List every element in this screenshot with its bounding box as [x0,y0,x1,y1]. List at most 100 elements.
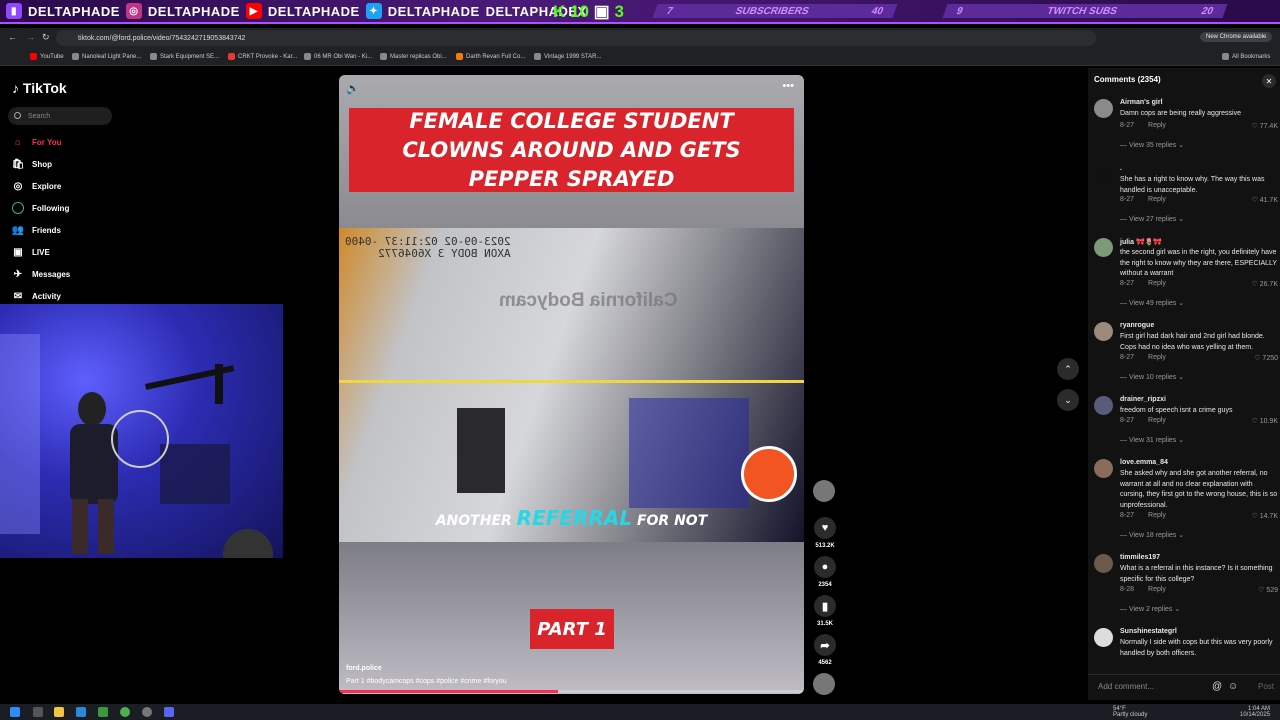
bookmark-item[interactable]: Master replicas Obi... [380,53,447,60]
close-icon[interactable]: ✕ [1262,74,1276,88]
bookmark-item[interactable]: Stark Equipment SE... [150,53,219,60]
like-count[interactable]: ♡ 529 [1258,586,1278,594]
view-replies[interactable]: — View 27 replies ⌄ [1120,215,1184,223]
like-action[interactable]: ♥ 513.2K [813,517,837,549]
twitter-handle: ✦ DELTAPHADE [365,3,480,19]
add-comment-bar: Add comment... @ ☺ Post [1088,674,1280,698]
comments-panel: Comments (2354) ✕ Airman's girl Damn cop… [1088,68,1280,700]
stream-overlay-banner: ▮ DELTAPHADE ◎ DELTAPHADE ▶ DELTAPHADE ✦ DEL… [0,0,1280,24]
chevron-down-icon: ⌄ [1064,394,1072,405]
avatar[interactable] [1094,459,1113,478]
video-progress-bar[interactable] [339,690,804,693]
nav-following[interactable]: Following [12,202,69,214]
avatar[interactable] [1094,99,1113,118]
avatar[interactable] [1094,628,1113,647]
address-bar[interactable]: tiktok.com/@ford.police/video/7543242719… [56,30,1096,46]
bookmark-item[interactable]: 06 MR Obi Wan - Ki... [304,53,372,60]
view-replies[interactable]: — View 31 replies ⌄ [1120,436,1184,444]
save-action[interactable]: ▮ 31.5K [813,595,837,627]
obs-icon[interactable] [142,707,152,717]
sound-disc[interactable] [813,673,835,695]
nav-friends[interactable]: 👥 Friends [12,224,61,236]
video-player[interactable]: 🔈 ••• FEMALE COLLEGE STUDENT CLOWNS AROU… [339,75,804,694]
view-replies[interactable]: — View 10 replies ⌄ [1120,373,1184,381]
avatar[interactable] [1094,165,1113,184]
bookmark-icon[interactable]: ▮ [814,595,836,617]
nav-messages[interactable]: ✈ Messages [12,268,70,280]
share-action[interactable]: ➦ 4562 [813,634,837,666]
view-replies[interactable]: — View 2 replies ⌄ [1120,605,1180,613]
volume-icon[interactable]: 🔈 [346,82,360,95]
bookmark-favicon-icon [380,53,387,60]
nav-live[interactable]: ▣ LIVE [12,246,50,258]
avatar[interactable] [1094,554,1113,573]
like-count[interactable]: ♡ 26.7K [1251,280,1278,288]
split-line [339,380,804,383]
view-replies[interactable]: — View 35 replies ⌄ [1120,141,1184,149]
comment-icon[interactable]: ● [814,556,836,578]
webcam-scene [0,334,273,558]
all-bookmarks[interactable]: All Bookmarks [1222,53,1270,60]
friends-icon: 👥 [11,224,25,236]
view-replies[interactable]: — View 49 replies ⌄ [1120,299,1184,307]
channel-badge [741,446,797,502]
windows-start-icon[interactable] [10,707,20,717]
chevron-up-icon: ⌃ [1064,363,1072,374]
bookmark-item[interactable]: YouTube [30,53,64,60]
home-icon: ⌂ [14,136,22,148]
video-description: Part 1 #bodycamcops #cops #police #crime… [346,678,507,685]
bookmark-favicon-icon [228,53,235,60]
comment-action[interactable]: ● 2354 [813,556,837,588]
back-icon[interactable]: ← [8,32,17,42]
video-author[interactable]: ford.police [346,665,382,672]
nav-explore[interactable]: ◎ Explore [12,180,62,192]
weather-widget[interactable]: 54°F Partly cloudy [1113,706,1147,718]
bookmark-favicon-icon [534,53,541,60]
bookmark-favicon-icon [456,53,463,60]
more-options-icon[interactable]: ••• [782,80,794,92]
bookmark-favicon-icon [304,53,311,60]
nav-for-you[interactable]: ⌂ For You [12,136,62,148]
like-count[interactable]: ♡ 14.7K [1251,512,1278,520]
mention-icon[interactable]: @ [1212,681,1222,692]
avatar[interactable] [1094,396,1113,415]
like-count[interactable]: ♡ 10.9K [1251,417,1278,425]
following-icon [12,202,24,214]
avatar[interactable] [1094,238,1113,257]
system-clock[interactable]: 1:04 AM 10/14/2025 [1240,706,1270,718]
search-input[interactable]: Search [8,107,112,125]
bookmarks-bar: YouTube Nanoleaf Light Pane... Stark Equ… [0,48,1280,66]
update-chip[interactable]: New Chrome available [1200,32,1273,42]
emoji-icon[interactable]: ☺ [1228,681,1238,692]
chrome-icon[interactable] [120,707,130,717]
app-icon[interactable] [76,707,86,717]
reload-icon[interactable]: ↻ [42,32,50,43]
like-count[interactable]: ♡ 41.7K [1251,196,1278,204]
nav-shop[interactable]: 🛍 Shop [12,158,52,170]
next-video-button[interactable]: ⌄ [1057,389,1079,411]
minecraft-icon[interactable] [98,707,108,717]
comment-input[interactable]: Add comment... [1098,682,1154,691]
view-replies[interactable]: — View 18 replies ⌄ [1120,531,1184,539]
bookmark-item[interactable]: CRKT Provoke - Kar... [228,53,297,60]
prev-video-button[interactable]: ⌃ [1057,358,1079,380]
tiktok-logo[interactable]: ♪ TikTok [12,80,67,96]
nav-activity[interactable]: ✉ Activity [12,290,61,302]
like-count[interactable]: ♡ 7250 [1254,354,1278,362]
search-icon[interactable] [33,707,43,717]
post-button[interactable]: Post [1258,682,1274,691]
avatar[interactable] [1094,322,1113,341]
forward-icon[interactable]: → [26,32,35,42]
activity-icon: ✉ [13,290,23,302]
bookmark-item[interactable]: Nanoleaf Light Pane... [72,53,141,60]
browser-toolbar: ← → ↻ tiktok.com/@ford.police/video/7543… [0,28,1280,48]
heart-icon[interactable]: ♥ [814,517,836,539]
bookmark-item[interactable]: Darth Revan Full Co... [456,53,525,60]
creator-avatar[interactable] [813,480,835,502]
like-count[interactable]: ♡ 77.4K [1251,122,1278,130]
bookmark-favicon-icon [72,53,79,60]
file-explorer-icon[interactable] [54,707,64,717]
discord-icon[interactable] [164,707,174,717]
share-icon[interactable]: ➦ [814,634,836,656]
bookmark-item[interactable]: Vintage 1999 STAR... [534,53,601,60]
